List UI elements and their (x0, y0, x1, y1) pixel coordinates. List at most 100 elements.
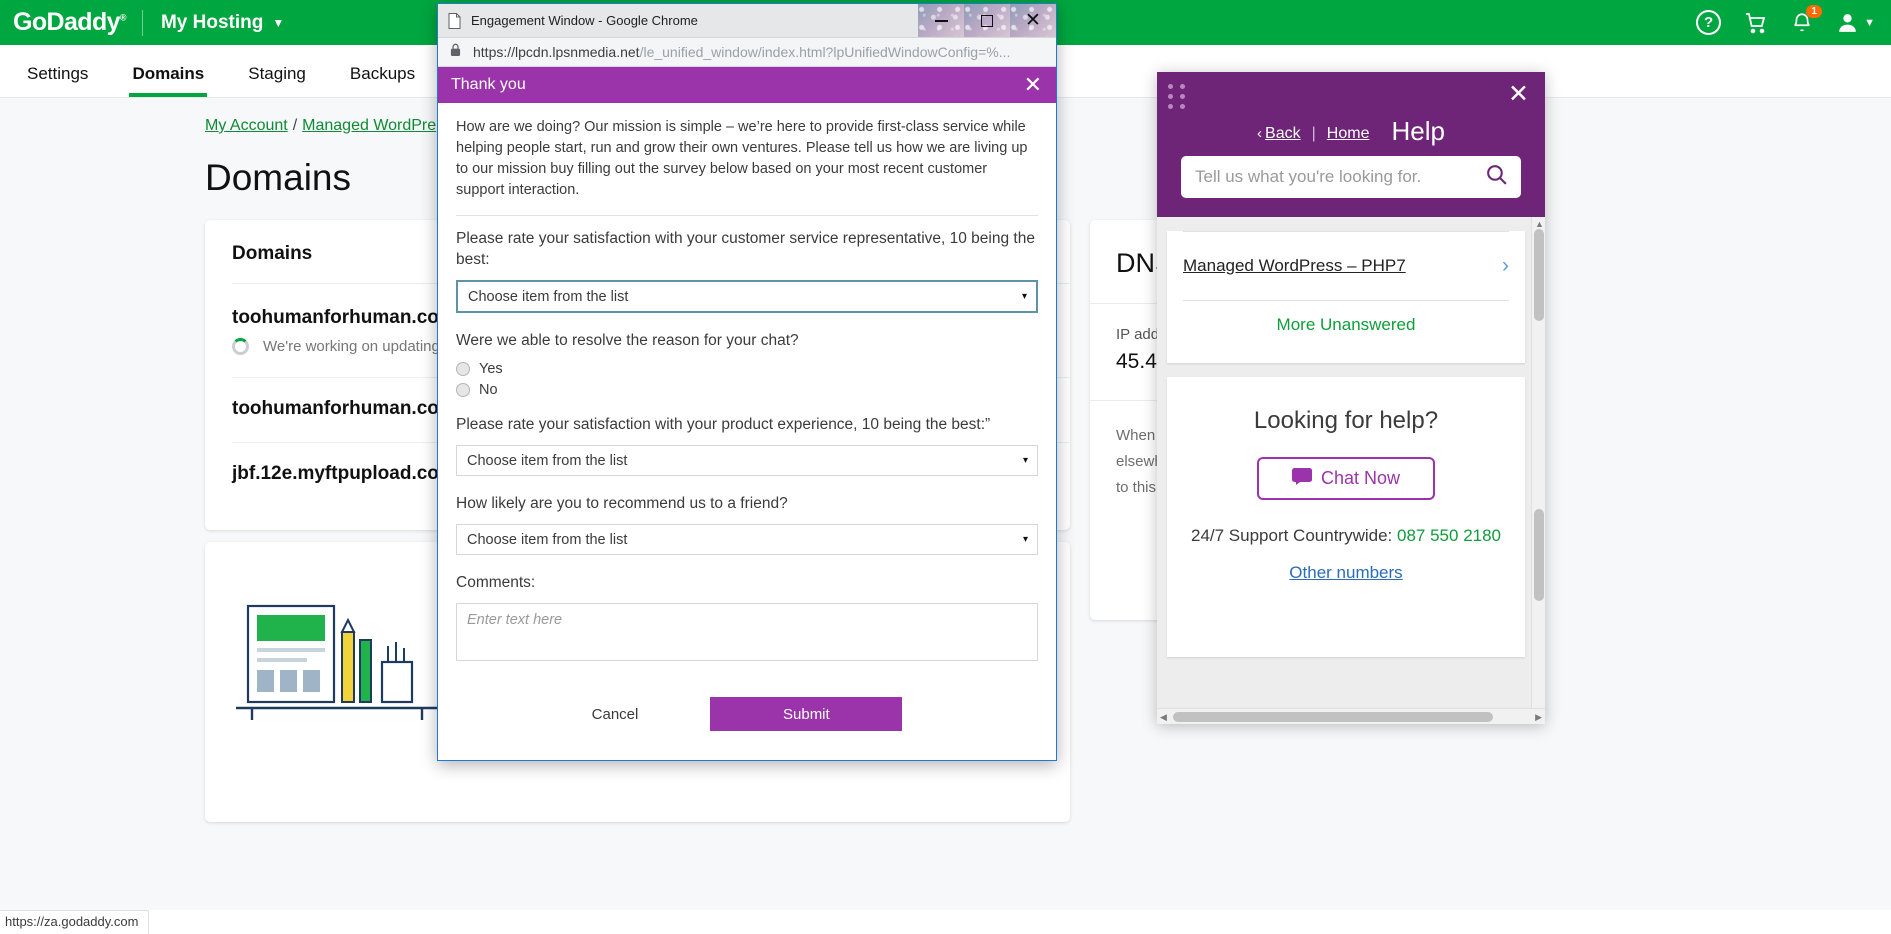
status-bar-url: https://za.godaddy.com (0, 910, 150, 934)
help-nav: ‹ Back | Home Help (1157, 114, 1545, 146)
search-placeholder: Tell us what you're looking for. (1195, 167, 1422, 186)
select-value: Choose item from the list (467, 531, 628, 548)
select-rep-satisfaction[interactable]: Choose item from the list ▾ (456, 280, 1038, 313)
minimize-button[interactable] (918, 4, 964, 37)
scrollbar-thumb[interactable] (1534, 229, 1544, 321)
scrollbar-thumb[interactable] (1173, 712, 1493, 722)
notifications-button[interactable]: 1 (1791, 5, 1823, 34)
support-info: 24/7 Support Countrywide: 087 550 2180 (1167, 522, 1525, 549)
cart-button[interactable] (1743, 11, 1769, 35)
question-label-recommend: How likely are you to recommend us to a … (456, 495, 788, 512)
submit-button[interactable]: Submit (710, 697, 903, 731)
survey-actions: Cancel Submit (456, 697, 1038, 731)
chrome-title-bar[interactable]: Engagement Window - Google Chrome ✕ (438, 4, 1056, 37)
radio-option-yes[interactable]: Yes (456, 361, 1038, 377)
survey-intro-text: How are we doing? Our mission is simple … (456, 119, 1028, 198)
more-unanswered-link[interactable]: More Unanswered (1167, 301, 1525, 349)
help-articles-card: Managed WordPress – PHP7 › More Unanswer… (1167, 231, 1525, 363)
domain-name[interactable]: toohumanforhuman.com (232, 398, 456, 420)
desk-illustration-icon (236, 604, 438, 720)
tab-settings[interactable]: Settings (27, 64, 88, 97)
looking-for-help-title: Looking for help? (1253, 407, 1439, 434)
close-icon[interactable]: ✕ (1024, 74, 1042, 96)
question-label-rep-satisfaction: Please rate your satisfaction with your … (456, 230, 1035, 268)
cancel-button[interactable]: Cancel (592, 706, 639, 723)
comments-textarea[interactable]: Enter text here (456, 603, 1038, 661)
document-icon (448, 12, 461, 29)
help-panel-body: Managed WordPress – PHP7 › More Unanswer… (1157, 217, 1545, 724)
support-label: 24/7 Support Countrywide: (1190, 526, 1393, 545)
back-link[interactable]: Back (1265, 125, 1301, 143)
question-label-resolved: Were we able to resolve the reason for y… (456, 332, 799, 349)
radio-option-no[interactable]: No (456, 382, 1038, 398)
chevron-down-icon: ▾ (1022, 534, 1028, 545)
registered-mark: ® (119, 12, 127, 23)
cart-icon (1746, 12, 1766, 33)
chat-now-button[interactable]: Chat Now (1257, 457, 1435, 500)
godaddy-logo[interactable]: GoDaddy® (13, 8, 127, 37)
url-scheme: https:// (473, 44, 516, 60)
survey-header: Thank you ✕ (438, 67, 1056, 103)
scrollbar-thumb[interactable] (1534, 509, 1544, 601)
select-product-satisfaction[interactable]: Choose item from the list ▾ (456, 445, 1038, 476)
help-article-row[interactable]: Managed WordPress – PHP7 › (1167, 232, 1525, 300)
select-value: Choose item from the list (468, 288, 629, 305)
account-menu[interactable]: ▼ (1835, 10, 1875, 35)
home-link[interactable]: Home (1327, 125, 1370, 143)
scroll-up-icon[interactable]: ▲ (1535, 219, 1544, 229)
scroll-left-icon[interactable]: ◀ (1160, 712, 1167, 723)
tab-backups[interactable]: Backups (350, 64, 415, 97)
chrome-popup-window: Engagement Window - Google Chrome ✕ http… (437, 3, 1057, 761)
domain-name[interactable]: jbf.12e.myftpupload.com (232, 463, 456, 485)
chevron-down-icon: ▾ (1022, 455, 1028, 466)
help-search-input[interactable]: Tell us what you're looking for. (1181, 156, 1521, 198)
window-controls: ✕ (918, 4, 1056, 37)
workspace-illustration (230, 588, 450, 743)
help-horizontal-scrollbar[interactable]: ◀ ▶ (1157, 708, 1545, 724)
radio-button-icon[interactable] (456, 383, 470, 397)
product-menu-label[interactable]: My Hosting (161, 12, 263, 34)
maximize-button[interactable] (964, 4, 1010, 37)
browser-status-bar: https://za.godaddy.com (0, 910, 1891, 934)
survey-form: Please rate your satisfaction with your … (438, 216, 1056, 731)
breadcrumb-managed-wordpress[interactable]: Managed WordPre (302, 117, 436, 134)
chrome-url-bar[interactable]: https://lpcdn.lpsnmedia.net/le_unified_w… (438, 37, 1056, 67)
radio-label: No (479, 382, 498, 398)
scroll-right-icon[interactable]: ▶ (1535, 712, 1542, 723)
breadcrumb-my-account[interactable]: My Account (205, 117, 288, 134)
url-path: /le_unified_window/index.html?lpUnifiedW… (639, 44, 1011, 60)
radio-label: Yes (479, 361, 503, 377)
support-phone[interactable]: 087 550 2180 (1397, 526, 1501, 545)
other-numbers-link[interactable]: Other numbers (1167, 563, 1525, 583)
loading-spinner-icon (232, 338, 249, 355)
close-button[interactable]: ✕ (1010, 4, 1056, 37)
drag-handle-icon[interactable] (1168, 84, 1187, 109)
select-value: Choose item from the list (467, 452, 628, 469)
radio-group-resolved: Yes No (456, 361, 1038, 398)
domain-name[interactable]: toohumanforhuman.com (232, 307, 456, 329)
tab-staging[interactable]: Staging (248, 64, 306, 97)
chat-now-label: Chat Now (1320, 468, 1401, 488)
question-label-product-satisfaction: Please rate your satisfaction with your … (456, 416, 991, 433)
close-icon[interactable]: ✕ (1508, 82, 1529, 107)
tab-domains[interactable]: Domains (129, 64, 208, 97)
help-vertical-scrollbar[interactable]: ▲ ▼ (1531, 217, 1545, 724)
chrome-window-title: Engagement Window - Google Chrome (471, 13, 698, 28)
breadcrumb-separator: / (292, 117, 298, 134)
godaddy-logo-text: GoDaddy (13, 8, 121, 36)
domain-status-text: We're working on updating y (263, 338, 452, 355)
search-icon[interactable] (1484, 162, 1509, 192)
close-icon: ✕ (1025, 10, 1041, 31)
radio-button-icon[interactable] (456, 362, 470, 376)
chevron-down-icon[interactable]: ▼ (272, 16, 284, 30)
url-host: lpcdn.lpsnmedia.net (515, 44, 640, 60)
avatar-icon (1839, 14, 1856, 32)
help-button[interactable]: ? (1696, 10, 1722, 35)
url-text: https://lpcdn.lpsnmedia.net/le_unified_w… (473, 44, 1010, 60)
lock-icon (450, 43, 461, 62)
comments-label: Comments: (456, 574, 536, 591)
chat-bubble-icon (1291, 467, 1312, 490)
select-recommend[interactable]: Choose item from the list ▾ (456, 524, 1038, 555)
question-mark-icon: ? (1696, 10, 1722, 35)
help-article-link[interactable]: Managed WordPress – PHP7 (1183, 256, 1406, 276)
